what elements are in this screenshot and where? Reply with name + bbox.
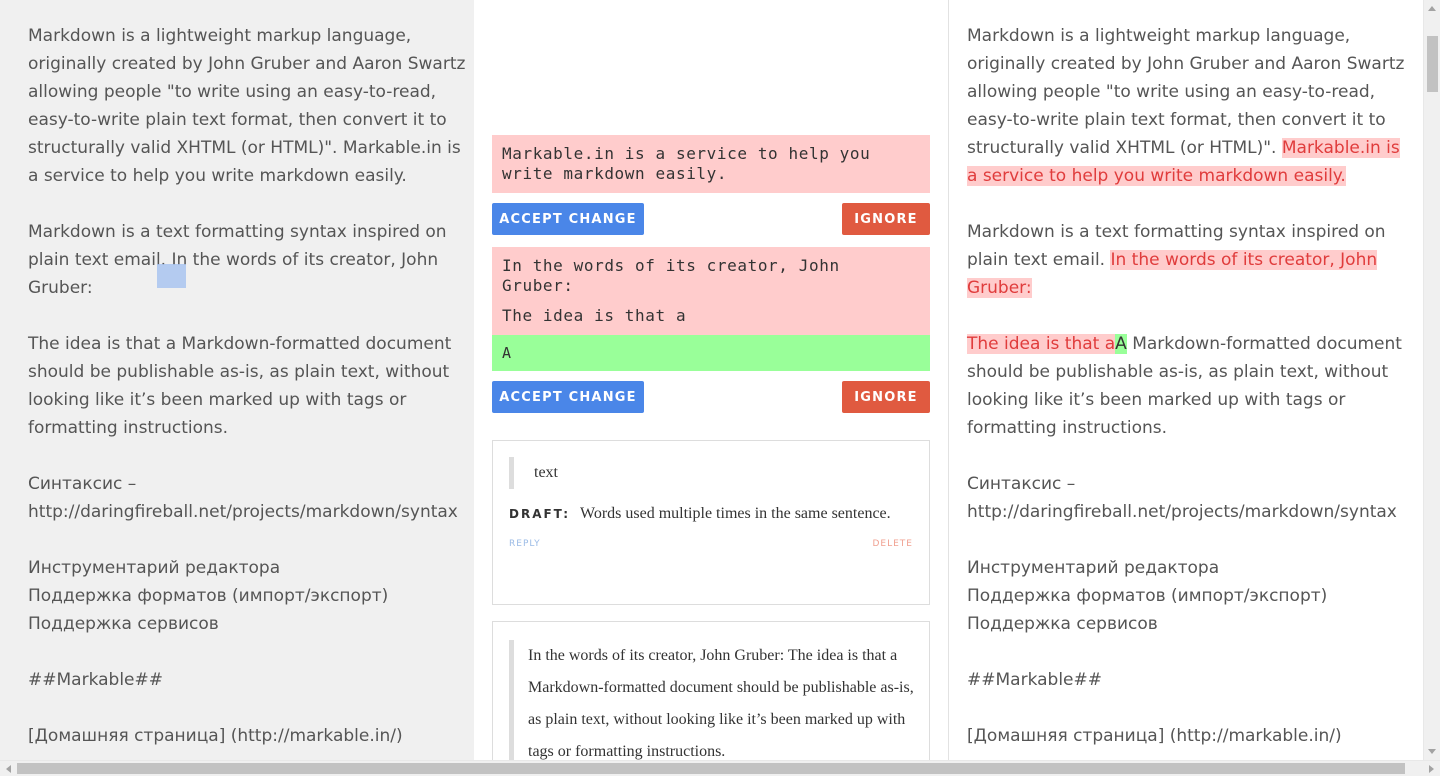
source-editor[interactable]: Markdown is a lightweight markup languag… [0,0,474,760]
preview-paragraph: Markdown is a lightweight markup languag… [967,22,1407,190]
comment-quote: text [509,457,929,489]
deleted-text-block: Markable.in is a service to help you wri… [492,135,930,193]
ignore-button[interactable]: IGNORE [842,381,930,413]
change-item: Markable.in is a service to help you wri… [492,135,930,235]
preview-text: Markdown is a lightweight markup languag… [967,22,1407,760]
preview-paragraph: [Домашняя страница] (http://markable.in/… [967,726,1342,746]
comment-draft: DRAFT: Words used multiple times in the s… [493,497,929,531]
horizontal-scroll-thumb[interactable] [17,763,1405,774]
source-paragraph: ##Markable## [28,670,163,690]
horizontal-scrollbar[interactable] [0,760,1440,776]
draft-tag: DRAFT: [509,507,571,521]
comment-quote: In the words of its creator, John Gruber… [509,640,929,760]
preview-paragraph: The idea is that aA Markdown-formatted d… [967,330,1407,442]
accept-change-button[interactable]: ACCEPT CHANGE [492,203,644,235]
scroll-up-arrow-icon[interactable] [1428,6,1436,11]
scroll-down-arrow-icon[interactable] [1428,749,1436,754]
draft-text: Words used multiple times in the same se… [580,505,891,522]
scroll-right-arrow-icon[interactable] [1429,765,1434,773]
delete-link[interactable]: DELETE [872,539,913,549]
scroll-left-arrow-icon[interactable] [6,765,11,773]
accept-change-button[interactable]: ACCEPT CHANGE [492,381,644,413]
deleted-text-block: In the words of its creator, John Gruber… [492,247,930,335]
vertical-scroll-thumb[interactable] [1427,36,1438,92]
preview-paragraph: ##Markable## [967,670,1102,690]
source-paragraph: Синтаксис – http://daringfireball.net/pr… [28,474,458,522]
preview-paragraph: Инструментарий редактора Поддержка форма… [967,558,1328,634]
source-paragraph: The idea is that a Markdown-formatted do… [28,334,452,438]
preview-deleted-text: The idea is that a [967,334,1116,354]
review-panel: Markable.in is a service to help you wri… [474,0,949,760]
reply-link[interactable]: REPLY [509,539,541,549]
comment-card[interactable]: text DRAFT: Words used multiple times in … [492,440,930,605]
preview-inserted-text: A [1115,334,1127,354]
preview-paragraph: Markdown is a text formatting syntax ins… [967,218,1407,302]
comment-card[interactable]: In the words of its creator, John Gruber… [492,621,930,760]
deleted-line: Markable.in is a service to help you wri… [502,144,871,183]
deleted-line: The idea is that a [502,306,687,325]
inserted-text-block: A [492,335,930,371]
text-selection-marker [157,264,186,288]
source-paragraph: [Домашняя страница] (http://markable.in/… [28,726,403,746]
ignore-button[interactable]: IGNORE [842,203,930,235]
preview-panel: Markdown is a lightweight markup languag… [949,0,1423,760]
source-paragraph: Инструментарий редактора Поддержка форма… [28,558,389,634]
preview-paragraph: Синтаксис – http://daringfireball.net/pr… [967,474,1397,522]
source-paragraph: Markdown is a text formatting syntax ins… [28,222,447,298]
deleted-line: In the words of its creator, John Gruber… [502,256,840,295]
source-paragraph: Markdown is a lightweight markup languag… [28,26,466,186]
change-item: In the words of its creator, John Gruber… [492,247,930,413]
vertical-scrollbar[interactable] [1423,0,1440,760]
source-text[interactable]: Markdown is a lightweight markup languag… [28,22,468,760]
